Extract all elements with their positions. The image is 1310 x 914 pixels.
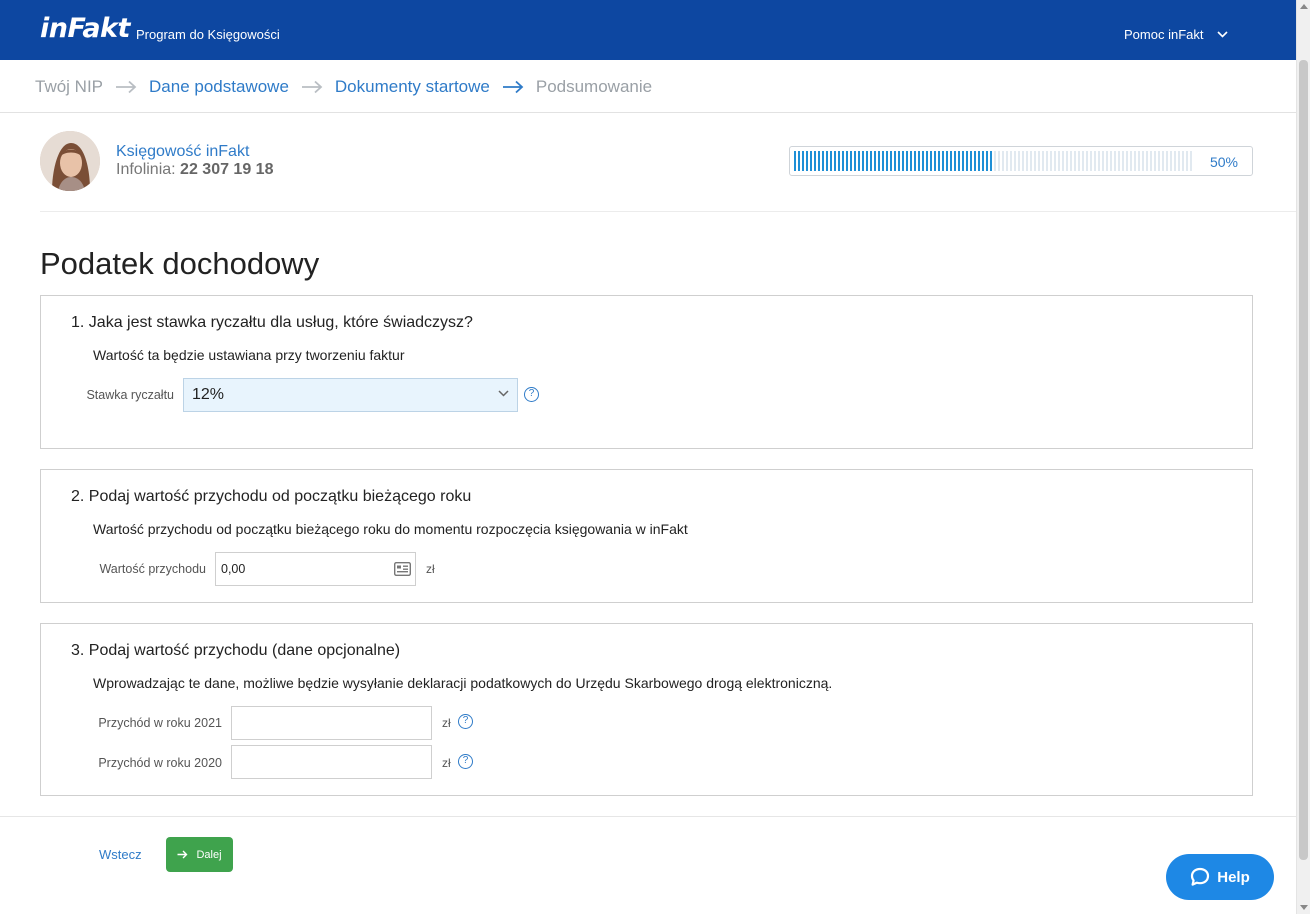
help-menu-label: Pomoc inFakt <box>1124 27 1204 42</box>
help-chat-button[interactable]: Help <box>1166 854 1274 900</box>
next-button-label: Dalej <box>196 848 222 861</box>
currency-unit: zł <box>442 716 451 730</box>
top-bar: inFakt Program do Księgowości Pomoc inFa… <box>0 0 1296 60</box>
hotline-label: Infolinia: <box>116 161 181 178</box>
calculator-icon[interactable] <box>394 562 411 576</box>
hotline-number: 22 307 19 18 <box>180 161 274 178</box>
section-description: Wprowadzając te dane, możliwe będzie wys… <box>93 675 833 691</box>
arrow-right-icon <box>177 850 188 859</box>
revenue-2020-label: Przychód w roku 2020 <box>98 756 222 770</box>
chevron-down-icon <box>498 390 509 397</box>
revenue-value-label: Wartość przychodu <box>99 562 206 576</box>
section-description: Wartość ta będzie ustawiana przy tworzen… <box>93 347 405 363</box>
scroll-up-arrow-icon[interactable] <box>1300 4 1308 9</box>
help-button-label: Help <box>1217 868 1250 886</box>
help-question-icon[interactable]: ? <box>524 387 539 402</box>
section-title: 2. Podaj wartość przychodu od początku b… <box>71 488 472 505</box>
back-link[interactable]: Wstecz <box>99 847 142 862</box>
divider <box>40 211 1296 212</box>
currency-unit: zł <box>426 562 435 576</box>
progress-bar: 50% <box>789 146 1253 176</box>
section-current-revenue: 2. Podaj wartość przychodu od początku b… <box>40 469 1253 603</box>
chevron-down-icon <box>1217 31 1229 38</box>
help-question-icon[interactable]: ? <box>458 754 473 769</box>
flat-rate-label: Stawka ryczałtu <box>86 388 174 402</box>
arrow-right-icon <box>115 80 137 94</box>
app-name: Program do Księgowości <box>136 27 280 42</box>
progress-label: 50% <box>1209 154 1238 170</box>
revenue-2021-input[interactable] <box>231 706 432 740</box>
breadcrumb: Twój NIP Dane podstawowe Dokumenty start… <box>35 76 652 98</box>
section-flat-rate: 1. Jaka jest stawka ryczałtu dla usług, … <box>40 295 1253 449</box>
revenue-value-text: 0,00 <box>221 562 246 576</box>
page-title: Podatek dochodowy <box>40 246 320 281</box>
section-description: Wartość przychodu od początku bieżącego … <box>93 521 688 537</box>
breadcrumb-step-nip[interactable]: Twój NIP <box>35 77 103 97</box>
revenue-2020-input[interactable] <box>231 745 432 779</box>
flat-rate-selected-value: 12% <box>192 386 225 403</box>
divider <box>0 816 1296 817</box>
revenue-2021-label: Przychód w roku 2021 <box>98 716 222 730</box>
progress-fill <box>794 151 994 171</box>
progress-track <box>794 151 1194 171</box>
arrow-right-icon <box>502 80 524 94</box>
section-optional-revenue: 3. Podaj wartość przychodu (dane opcjona… <box>40 623 1253 796</box>
hotline-text: Infolinia: 22 307 19 18 <box>116 161 273 179</box>
help-question-icon[interactable]: ? <box>458 714 473 729</box>
scroll-thumb[interactable] <box>1299 60 1308 860</box>
arrow-right-icon <box>301 80 323 94</box>
flat-rate-select[interactable]: 12% <box>183 378 518 412</box>
divider <box>0 112 1296 113</box>
section-title: 1. Jaka jest stawka ryczałtu dla usług, … <box>71 314 473 331</box>
chat-bubble-icon <box>1191 867 1210 886</box>
scroll-down-arrow-icon[interactable] <box>1300 905 1308 910</box>
breadcrumb-step-start-documents[interactable]: Dokumenty startowe <box>335 77 490 97</box>
accountant-avatar <box>40 131 100 191</box>
breadcrumb-step-summary: Podsumowanie <box>535 77 653 96</box>
infakt-logo[interactable]: inFakt <box>40 13 130 44</box>
accountant-name[interactable]: Księgowość inFakt <box>116 143 249 161</box>
next-button[interactable]: Dalej <box>166 837 233 872</box>
currency-unit: zł <box>442 756 451 770</box>
help-menu-dropdown[interactable]: Pomoc inFakt <box>1124 27 1229 42</box>
breadcrumb-step-basic-data[interactable]: Dane podstawowe <box>149 77 289 97</box>
section-title: 3. Podaj wartość przychodu (dane opcjona… <box>71 642 401 659</box>
page-scrollbar[interactable] <box>1296 0 1310 914</box>
revenue-value-input[interactable]: 0,00 <box>215 552 416 586</box>
